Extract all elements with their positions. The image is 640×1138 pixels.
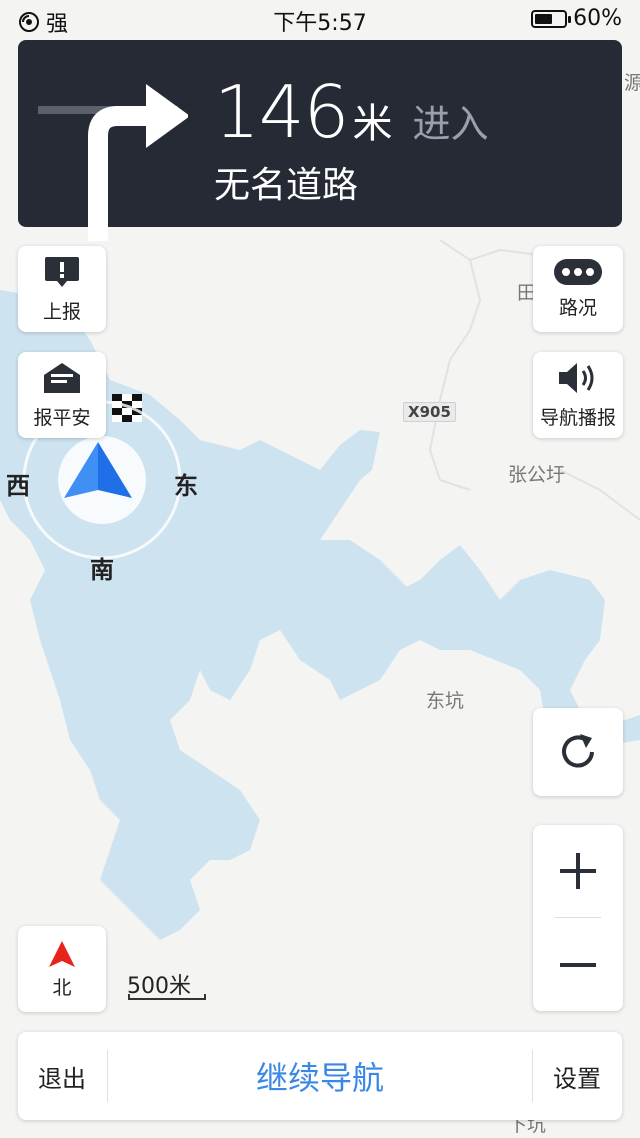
traffic-button[interactable]: 路况 <box>533 246 623 332</box>
north-label: 北 <box>52 976 72 999</box>
voice-broadcast-button[interactable]: 导航播报 <box>533 352 623 438</box>
report-button[interactable]: 上报 <box>18 246 106 332</box>
zoom-out-button[interactable] <box>533 919 623 1011</box>
report-label: 上报 <box>42 300 81 323</box>
current-location-icon <box>64 442 132 498</box>
place-label-dongkeng: 东坑 <box>426 690 465 712</box>
speaker-icon <box>559 362 594 393</box>
settings-button[interactable]: 设置 <box>532 1032 622 1120</box>
envelope-icon <box>44 362 80 393</box>
battery-indicator: 60% <box>531 6 622 31</box>
zoom-control <box>533 825 623 1011</box>
battery-icon <box>531 9 572 28</box>
more-icon <box>554 258 602 285</box>
distance-value: 146 <box>214 70 349 154</box>
road-label: X905 <box>403 402 456 422</box>
report-icon <box>45 256 79 287</box>
compass-east-label: 东 <box>174 472 198 500</box>
compass-south-label: 南 <box>90 556 114 584</box>
exit-button[interactable]: 退出 <box>18 1032 106 1120</box>
voice-broadcast-label: 导航播报 <box>539 406 616 429</box>
zoom-in-button[interactable] <box>533 825 623 917</box>
maneuver-action: 进入 <box>412 102 489 146</box>
bottom-bar: 退出 继续导航 设置 <box>18 1032 622 1120</box>
turn-right-icon <box>38 84 188 241</box>
safe-report-button[interactable]: 报平安 <box>18 352 106 438</box>
guidance-panel: 146 米 进入 无名道路 <box>18 40 622 241</box>
minus-icon <box>560 963 596 967</box>
plus-icon <box>560 853 596 889</box>
status-bar: 强 下午5:57 60% <box>0 0 640 38</box>
battery-text: 60% <box>573 6 622 31</box>
traffic-label: 路况 <box>558 296 597 319</box>
north-arrow-icon <box>49 940 75 967</box>
compass-west-label: 西 <box>6 472 30 500</box>
safe-report-label: 报平安 <box>33 406 91 429</box>
place-label-yuan: 源 <box>624 72 640 94</box>
north-up-button[interactable]: 北 <box>18 926 106 1012</box>
next-road-name: 无名道路 <box>214 165 359 206</box>
maneuver-distance: 146 米 进入 <box>214 76 488 149</box>
scale-bar <box>128 994 206 1000</box>
place-label-zhanggongxu: 张公圩 <box>508 464 566 486</box>
zoom-divider <box>555 917 601 918</box>
refresh-icon <box>562 734 594 768</box>
distance-unit: 米 <box>352 101 393 147</box>
refresh-button[interactable] <box>533 708 623 796</box>
continue-navigation-button[interactable]: 继续导航 <box>108 1032 532 1120</box>
